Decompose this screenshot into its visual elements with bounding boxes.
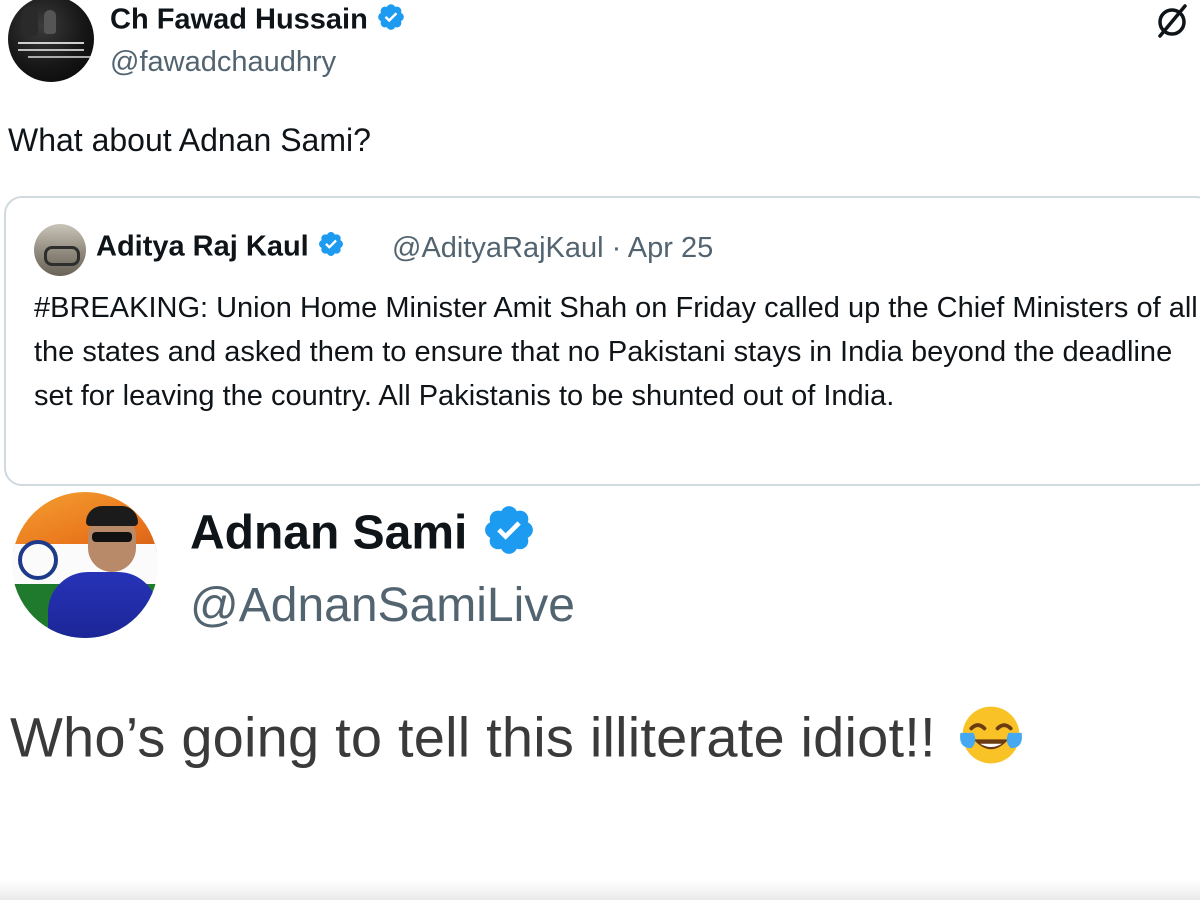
avatar-figure [22,6,38,36]
quoted-author-row[interactable]: Aditya Raj Kaul [96,230,345,266]
avatar-person-body [48,572,158,638]
tweet-adnan[interactable] [0,488,1200,900]
author-name-row[interactable]: Adnan Sami [190,502,537,570]
quoted-author-handle-date[interactable]: @AdityaRajKaul · Apr 25 [392,232,713,265]
author-handle[interactable]: @fawadchaudhry [110,46,336,79]
tweet-text-row: Who’s going to tell this illiterate idio… [10,700,1026,783]
author-name-row[interactable]: Ch Fawad Hussain [110,2,406,40]
avatar-figure [44,10,56,34]
avatar-fawad[interactable] [8,0,94,82]
quoted-tweet-text: #BREAKING: Union Home Minister Amit Shah… [34,292,1198,412]
quoted-author-name[interactable]: Aditya Raj Kaul [96,231,309,263]
ashoka-chakra-icon [18,540,58,580]
author-handle[interactable]: @AdnanSamiLive [190,578,575,633]
avatar-person-hair [86,506,138,526]
avatar-bike-shape [44,246,80,266]
verified-badge-icon [376,2,406,40]
avatar-adnan[interactable] [12,492,158,638]
sunglasses-icon [92,532,132,542]
author-name[interactable]: Adnan Sami [190,507,467,560]
author-name[interactable]: Ch Fawad Hussain [110,4,368,36]
verified-badge-icon [317,230,345,266]
tears-of-joy-emoji-icon [956,700,1026,783]
verified-badge-icon [481,502,537,570]
tweet-text: Who’s going to tell this illiterate idio… [10,705,936,769]
avatar-aditya[interactable] [34,224,86,276]
tweet-text: What about Adnan Sami? [8,122,371,158]
avatar-script-lines [18,42,84,44]
grok-icon[interactable] [1152,0,1192,40]
cropped-footer-fade [0,880,1200,900]
